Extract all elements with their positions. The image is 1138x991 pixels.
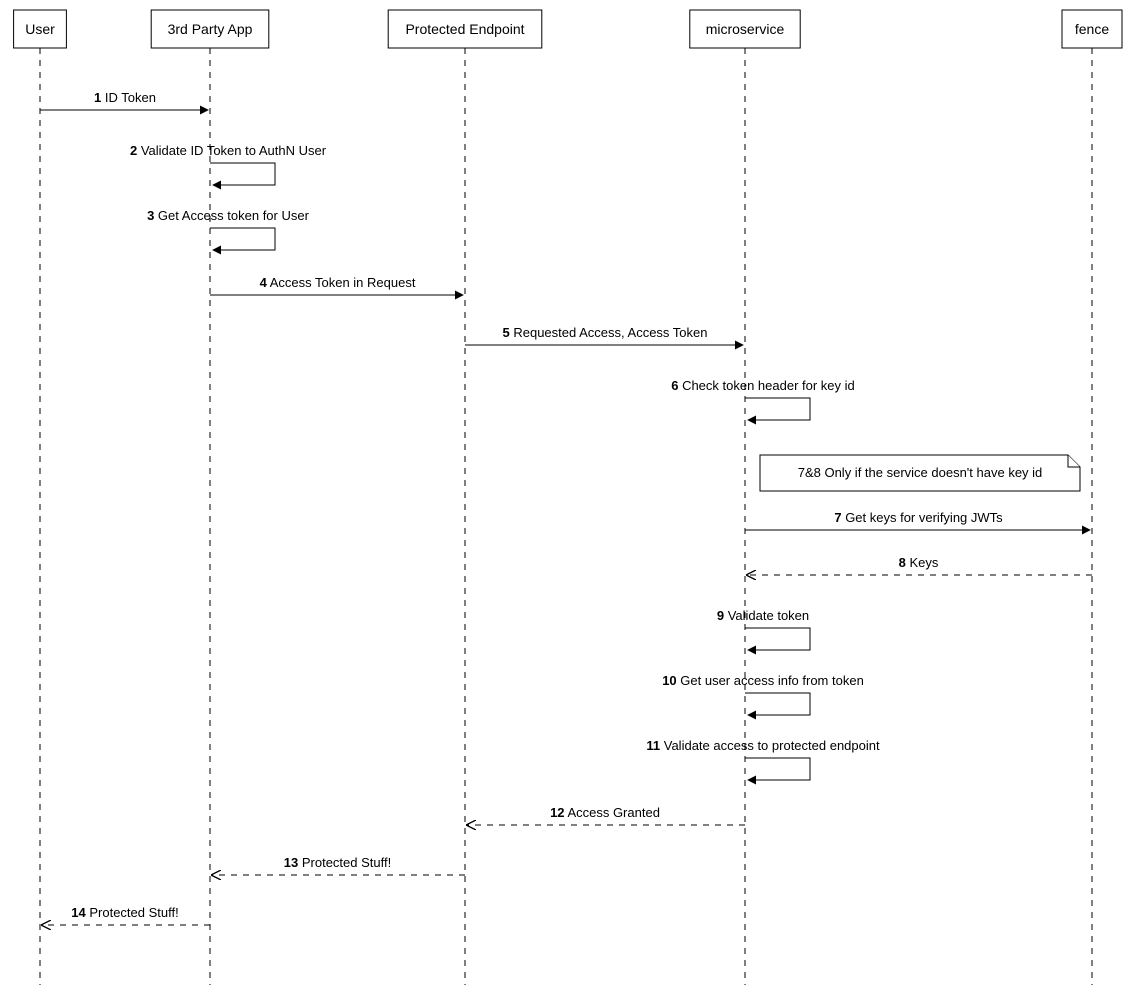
message-label: 9 Validate token	[717, 608, 809, 623]
actor-label: User	[25, 21, 55, 37]
message-arrow	[745, 628, 810, 650]
message-label: 11 Validate access to protected endpoint	[646, 738, 880, 753]
message-12: 12 Access Granted	[467, 805, 745, 825]
message-8: 8 Keys	[747, 555, 1092, 575]
message-arrow	[745, 398, 810, 420]
message-label: 6 Check token header for key id	[671, 378, 855, 393]
sequence-diagram: User 3rd Party App Protected Endpoint micro…	[0, 0, 1138, 991]
message-10: 10 Get user access info from token	[662, 673, 864, 715]
message-arrow	[745, 758, 810, 780]
message-5: 5 Requested Access, Access Token	[465, 325, 743, 345]
actor-label: 3rd Party App	[168, 21, 253, 37]
message-1: 1 ID Token	[40, 90, 208, 110]
message-label: 13 Protected Stuff!	[284, 855, 391, 870]
note-text: 7&8 Only if the service doesn't have key…	[798, 465, 1043, 480]
message-label: 4 Access Token in Request	[260, 275, 416, 290]
message-9: 9 Validate token	[717, 608, 810, 650]
message-label: 14 Protected Stuff!	[71, 905, 178, 920]
message-14: 14 Protected Stuff!	[42, 905, 210, 925]
message-6: 6 Check token header for key id	[671, 378, 855, 420]
message-13: 13 Protected Stuff!	[212, 855, 465, 875]
message-7: 7 Get keys for verifying JWTs	[745, 510, 1090, 530]
message-label: 8 Keys	[899, 555, 939, 570]
message-11: 11 Validate access to protected endpoint	[646, 738, 880, 780]
message-arrow	[210, 228, 275, 250]
actor-label: fence	[1075, 21, 1109, 37]
message-4: 4 Access Token in Request	[210, 275, 463, 295]
message-label: 2 Validate ID Token to AuthN User	[130, 143, 327, 158]
message-label: 7 Get keys for verifying JWTs	[834, 510, 1003, 525]
message-label: 12 Access Granted	[550, 805, 660, 820]
message-label: 3 Get Access token for User	[147, 208, 310, 223]
actor-label: microservice	[706, 21, 785, 37]
actor-label: Protected Endpoint	[405, 21, 524, 37]
message-2: 2 Validate ID Token to AuthN User	[130, 143, 327, 185]
message-label: 10 Get user access info from token	[662, 673, 864, 688]
message-label: 1 ID Token	[94, 90, 156, 105]
message-3: 3 Get Access token for User	[147, 208, 310, 250]
message-arrow	[745, 693, 810, 715]
message-arrow	[210, 163, 275, 185]
message-label: 5 Requested Access, Access Token	[502, 325, 707, 340]
